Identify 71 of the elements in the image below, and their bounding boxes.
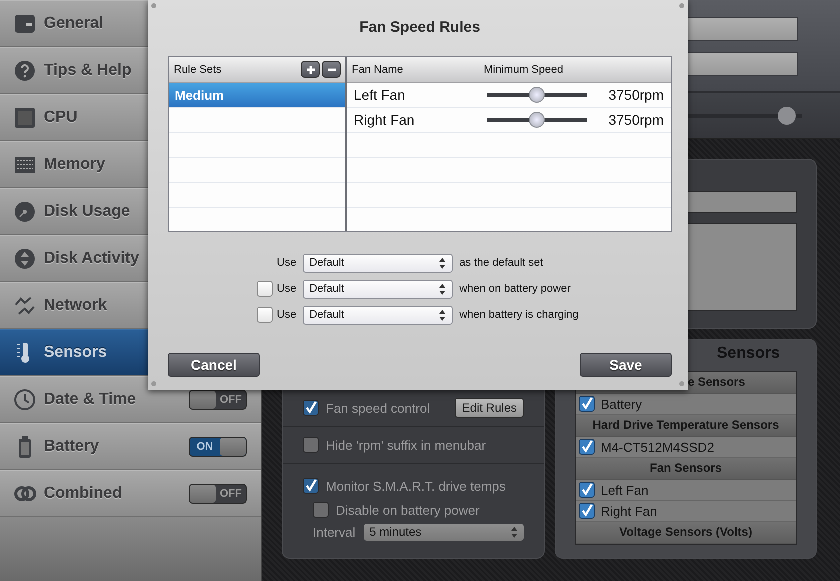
slider-thumb[interactable]	[529, 112, 545, 128]
screw-icon	[679, 3, 685, 9]
section-header: Fan Sensors	[576, 458, 796, 480]
stepper-icon	[438, 310, 446, 320]
sensor-label: Right Fan	[601, 504, 658, 518]
checkbox[interactable]	[579, 503, 595, 519]
table-cell-text: Left Fan	[354, 87, 406, 103]
rule-label: when on battery power	[460, 283, 571, 295]
option-label: Fan speed control	[326, 400, 430, 416]
chip-icon	[14, 106, 36, 128]
sensor-label: Battery	[601, 396, 642, 412]
section-header: Hard Drive Temperature Sensors	[576, 415, 796, 437]
stepper-icon	[438, 284, 446, 294]
window-icon	[14, 12, 36, 34]
checkbox[interactable]	[257, 281, 273, 297]
edit-rules-button[interactable]: Edit Rules	[455, 398, 524, 418]
save-button[interactable]: Save	[580, 353, 672, 377]
rule-label: as the default set	[460, 257, 544, 269]
rule-label: Use	[277, 283, 297, 295]
toggle-switch[interactable]: ON	[189, 436, 247, 456]
remove-button[interactable]	[322, 61, 341, 78]
column-title: Fan Name	[352, 64, 404, 76]
sidebar-item[interactable]: Battery ON	[0, 423, 261, 470]
column-title: Minimum Speed	[484, 64, 564, 76]
rule-set-dropdown[interactable]: Default	[302, 254, 453, 272]
checkbox[interactable]	[257, 307, 273, 323]
option-label: Hide 'rpm' suffix in menubar	[326, 438, 486, 452]
activity-icon	[14, 248, 36, 270]
table-cell: 3750rpm	[608, 112, 664, 128]
add-button[interactable]	[301, 61, 320, 78]
interval-dropdown[interactable]: 5 minutes	[364, 524, 524, 540]
dialog-title: Fan Speed Rules	[360, 19, 480, 37]
checkbox[interactable]	[303, 400, 319, 416]
card-title: Sensors	[717, 344, 780, 364]
screw-icon	[679, 381, 685, 387]
table-cell-text: Right Fan	[354, 112, 416, 128]
rule-label: Use	[277, 309, 297, 321]
stepper-icon	[511, 526, 518, 538]
table-cell: 3750rpm	[608, 87, 664, 103]
screw-icon	[151, 381, 157, 387]
checkbox[interactable]	[579, 482, 595, 498]
checkbox[interactable]	[579, 439, 595, 455]
option-label: Disable on battery power	[336, 502, 480, 518]
rule-label: when battery is charging	[460, 309, 579, 321]
network-icon	[14, 294, 36, 316]
disk-icon	[14, 200, 36, 222]
sidebar-item[interactable]: Combined OFF	[0, 470, 261, 517]
help-icon	[14, 60, 36, 82]
rule-set-dropdown[interactable]: Default	[302, 280, 453, 298]
sensor-label: M4-CT512M4SSD2	[601, 440, 714, 454]
checkbox[interactable]	[303, 478, 319, 494]
list-item[interactable]: Medium	[169, 83, 345, 108]
checkbox[interactable]	[579, 396, 595, 412]
checkbox[interactable]	[313, 502, 329, 518]
rule-set-dropdown[interactable]: Default	[302, 306, 453, 324]
slider-thumb[interactable]	[778, 106, 796, 124]
sensor-label: Left Fan	[601, 482, 649, 498]
column-title: Rule Sets	[174, 64, 223, 76]
screw-icon	[151, 3, 157, 9]
plus-icon	[306, 64, 316, 74]
option-label: Interval	[313, 524, 356, 540]
slider-thumb[interactable]	[529, 87, 545, 103]
clock-icon	[14, 388, 36, 410]
toggle-switch[interactable]: OFF	[189, 390, 247, 410]
stepper-icon	[438, 258, 446, 268]
toggle-switch[interactable]: OFF	[189, 484, 247, 504]
checkbox[interactable]	[303, 437, 319, 453]
section-header: Voltage Sensors (Volts)	[576, 522, 796, 544]
cancel-button[interactable]: Cancel	[168, 353, 260, 377]
option-label: Monitor S.M.A.R.T. drive temps	[326, 478, 506, 494]
rule-label: Use	[277, 257, 297, 269]
